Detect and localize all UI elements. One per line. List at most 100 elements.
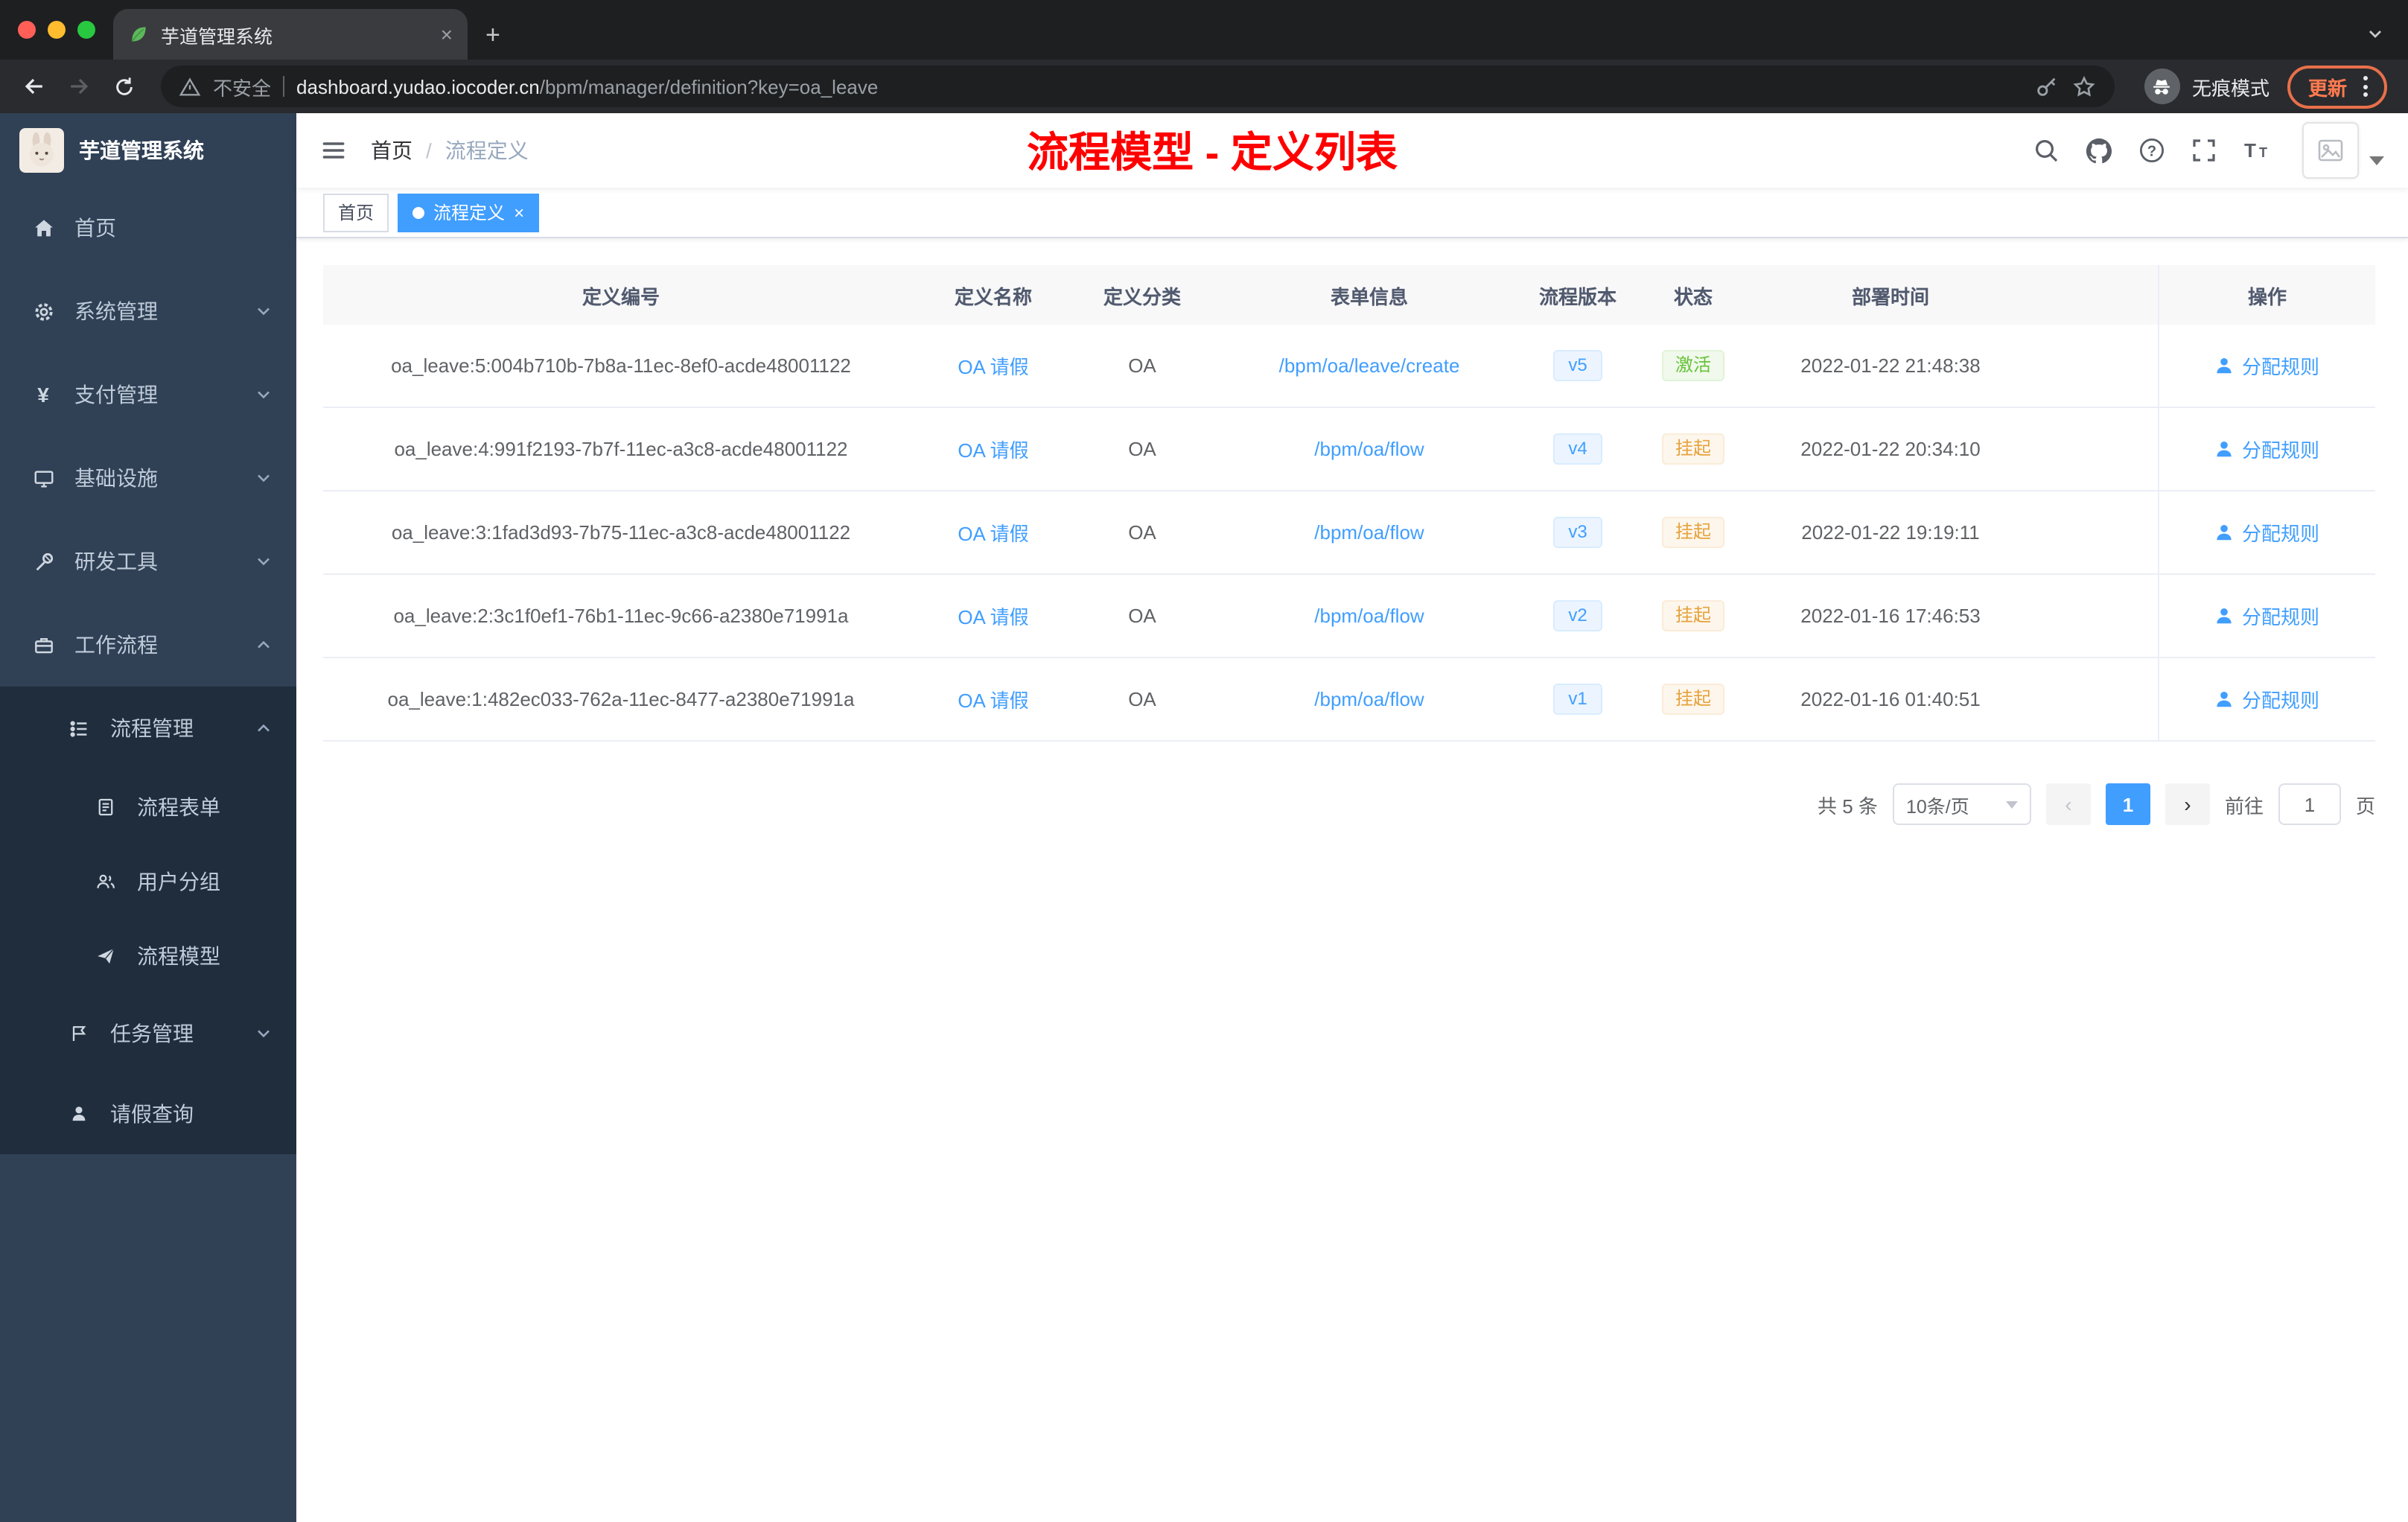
column-header-name: 定义名称 <box>954 285 1032 308</box>
version-tag: v5 <box>1553 349 1602 382</box>
gear-icon <box>30 300 57 322</box>
column-header-id: 定义编号 <box>582 285 660 308</box>
browser-window: 芋道管理系统 × + 不安全 dashboard.yudao.iocoder.c… <box>0 0 2408 1522</box>
home-icon <box>30 217 57 239</box>
sidebar-item-home[interactable]: 首页 <box>0 186 296 270</box>
breadcrumb-home[interactable]: 首页 <box>371 136 413 165</box>
definition-name-link[interactable]: OA 请假 <box>958 518 1028 547</box>
chevron-down-icon <box>255 469 273 487</box>
form-link[interactable]: /bpm/oa/flow <box>1314 438 1424 460</box>
chevron-down-icon <box>2369 156 2384 165</box>
definition-name-link[interactable]: OA 请假 <box>958 685 1028 713</box>
kebab-menu-icon[interactable] <box>2360 73 2371 100</box>
sidebar-item-task-management[interactable]: 任务管理 <box>0 993 296 1074</box>
sidebar-item-label: 用户分组 <box>137 870 220 894</box>
chevron-down-icon <box>255 1025 273 1042</box>
close-window-button[interactable] <box>18 21 36 39</box>
assign-rule-link[interactable]: 分配规则 <box>2215 518 2319 547</box>
zoom-window-button[interactable] <box>77 21 95 39</box>
user-group-icon <box>92 871 119 892</box>
page-number-1[interactable]: 1 <box>2105 783 2150 825</box>
bookmark-star-icon[interactable] <box>2071 74 2097 99</box>
person-icon <box>2217 357 2232 374</box>
tag-close-icon[interactable]: × <box>514 203 524 221</box>
form-link[interactable]: /bpm/oa/flow <box>1314 688 1424 710</box>
address-bar[interactable]: 不安全 dashboard.yudao.iocoder.cn/bpm/manag… <box>161 66 2115 107</box>
tag-process-definition[interactable]: 流程定义 × <box>398 193 540 232</box>
page-content: 定义编号 定义名称 定义分类 表单信息 流程版本 状态 部署时间 操作 oa_l… <box>296 238 2408 1522</box>
person-icon <box>2217 524 2232 541</box>
definition-name-link[interactable]: OA 请假 <box>958 602 1028 630</box>
new-tab-button[interactable]: + <box>485 22 500 48</box>
active-dot <box>413 206 425 218</box>
table-row: oa_leave:4:991f2193-7b7f-11ec-a3c8-acde4… <box>323 408 2375 491</box>
sidebar-item-user-group[interactable]: 用户分组 <box>0 844 296 919</box>
avatar <box>2302 122 2359 179</box>
status-tag: 激活 <box>1661 349 1724 382</box>
yen-icon: ¥ <box>37 383 49 407</box>
search-icon[interactable] <box>2033 137 2060 164</box>
minimize-window-button[interactable] <box>48 21 66 39</box>
app-logo[interactable]: 芋道管理系统 <box>0 113 296 186</box>
assign-rule-link[interactable]: 分配规则 <box>2215 435 2319 463</box>
incognito-profile-chip[interactable]: 无痕模式 <box>2144 69 2270 104</box>
list-tree-icon <box>66 717 92 739</box>
assign-rule-link[interactable]: 分配规则 <box>2215 602 2319 630</box>
form-link[interactable]: /bpm/oa/flow <box>1314 521 1424 544</box>
reload-button[interactable] <box>104 67 143 106</box>
url-text[interactable]: dashboard.yudao.iocoder.cn/bpm/manager/d… <box>296 75 878 98</box>
prev-page-button[interactable]: ‹ <box>2045 783 2091 825</box>
version-tag: v1 <box>1553 683 1602 716</box>
cell-category: OA <box>1128 605 1156 627</box>
form-link[interactable]: /bpm/oa/flow <box>1314 605 1424 627</box>
tab-close-icon[interactable]: × <box>441 24 453 45</box>
help-icon[interactable]: ? <box>2138 137 2165 164</box>
definition-name-link[interactable]: OA 请假 <box>958 435 1028 463</box>
sidebar-item-infrastructure[interactable]: 基础设施 <box>0 436 296 520</box>
form-link[interactable]: /bpm/oa/leave/create <box>1279 354 1460 377</box>
definition-name-link[interactable]: OA 请假 <box>958 351 1028 380</box>
font-size-icon[interactable]: TT <box>2243 137 2271 164</box>
github-icon[interactable] <box>2085 136 2113 165</box>
sidebar-item-system-management[interactable]: 系统管理 <box>0 270 296 353</box>
sidebar-item-label: 流程管理 <box>110 716 194 740</box>
assign-rule-link[interactable]: 分配规则 <box>2215 351 2319 380</box>
sidebar-item-process-management[interactable]: 流程管理 <box>0 687 296 770</box>
forward-button[interactable] <box>60 67 98 106</box>
column-header-category: 定义分类 <box>1103 285 1181 308</box>
assign-rule-label: 分配规则 <box>2241 690 2319 712</box>
tag-label: 流程定义 <box>433 203 506 223</box>
warning-triangle-icon <box>179 75 201 98</box>
page-size-select[interactable]: 10条/页 <box>1892 783 2031 825</box>
next-page-button[interactable]: › <box>2165 783 2210 825</box>
status-tag: 挂起 <box>1661 516 1724 549</box>
sidebar-item-process-form[interactable]: 流程表单 <box>0 770 296 844</box>
page-unit-label: 页 <box>2355 795 2375 817</box>
table-row: oa_leave:1:482ec033-762a-11ec-8477-a2380… <box>323 658 2375 742</box>
browser-tab[interactable]: 芋道管理系统 × <box>113 9 468 60</box>
browser-update-button[interactable]: 更新 <box>2287 65 2387 108</box>
table-row: oa_leave:2:3c1f0ef1-76b1-11ec-9c66-a2380… <box>323 575 2375 658</box>
tag-home[interactable]: 首页 <box>323 193 389 232</box>
chevron-down-icon <box>255 386 273 404</box>
security-label[interactable]: 不安全 <box>213 72 271 101</box>
sidebar-item-leave-query[interactable]: 请假查询 <box>0 1074 296 1154</box>
tab-search-chevron-icon[interactable] <box>2366 24 2384 51</box>
sidebar-item-payment-management[interactable]: ¥ 支付管理 <box>0 353 296 436</box>
sidebar-item-workflow[interactable]: 工作流程 <box>0 603 296 687</box>
status-tag: 挂起 <box>1661 599 1724 632</box>
sidebar-item-process-model[interactable]: 流程模型 <box>0 919 296 993</box>
chevron-up-icon <box>255 636 273 654</box>
page-jump-input[interactable] <box>2278 783 2341 825</box>
sidebar-collapse-icon[interactable] <box>320 137 347 164</box>
fullscreen-icon[interactable] <box>2191 137 2217 164</box>
user-avatar-menu[interactable] <box>2302 122 2384 179</box>
sidebar: 芋道管理系统 首页 系统管理 ¥ 支付管理 基础设施 研发工具 工作流程 流程管… <box>0 113 296 1522</box>
back-button[interactable] <box>15 67 54 106</box>
cell-deploy-time: 2022-01-16 01:40:51 <box>1800 688 1981 710</box>
password-key-icon[interactable] <box>2034 74 2060 99</box>
person-icon <box>66 1104 92 1124</box>
sidebar-item-dev-tools[interactable]: 研发工具 <box>0 520 296 603</box>
assign-rule-link[interactable]: 分配规则 <box>2215 685 2319 713</box>
cell-definition-id: oa_leave:1:482ec033-762a-11ec-8477-a2380… <box>387 688 855 710</box>
